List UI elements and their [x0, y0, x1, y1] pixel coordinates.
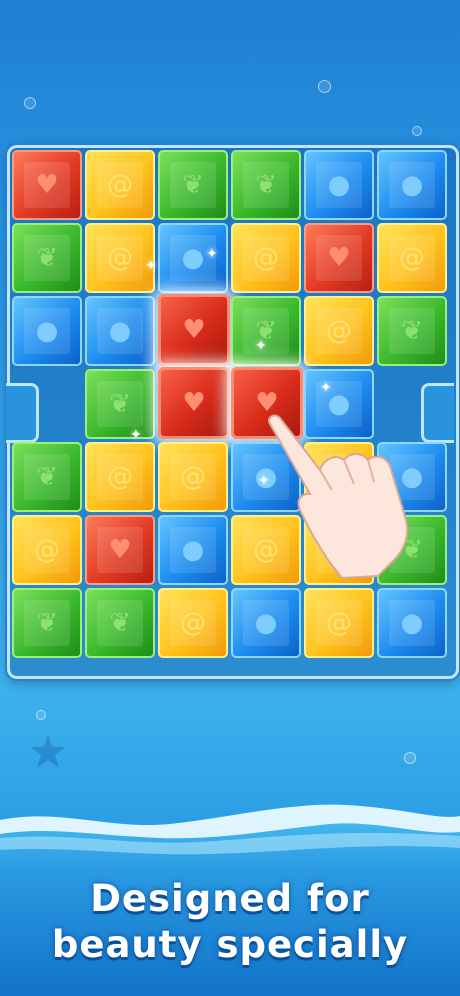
- leaf-icon: ❦: [255, 170, 277, 200]
- tile-yellow[interactable]: @: [85, 150, 155, 220]
- drop-icon: ●: [400, 608, 424, 638]
- tile-red[interactable]: ♥: [12, 150, 82, 220]
- tile-yellow[interactable]: @: [304, 588, 374, 658]
- swirl-icon: @: [326, 316, 352, 346]
- slogan-line-2: beauty specially: [51, 923, 409, 966]
- bubble: [412, 126, 422, 136]
- sparkle-icon: ✦: [320, 380, 332, 396]
- tile-green[interactable]: ❦: [12, 223, 82, 293]
- tile-green[interactable]: ❦: [12, 588, 82, 658]
- tile-green[interactable]: ❦: [85, 369, 155, 439]
- leaf-icon: ❦: [109, 608, 131, 638]
- tile-green[interactable]: ❦: [85, 588, 155, 658]
- swirl-icon: @: [107, 462, 133, 492]
- tile-blue[interactable]: ●: [377, 588, 447, 658]
- slogan-line-1: Designed for: [90, 877, 370, 920]
- tile-yellow[interactable]: @: [377, 223, 447, 293]
- tile-green[interactable]: ❦: [12, 442, 82, 512]
- drop-icon: ●: [400, 170, 424, 200]
- board-notch-right: [421, 383, 454, 443]
- swirl-icon: @: [399, 243, 425, 273]
- heart-icon: ♥: [182, 388, 206, 418]
- tile-blue[interactable]: ●: [158, 515, 228, 585]
- swirl-icon: @: [34, 535, 60, 565]
- tile-yellow[interactable]: @: [231, 223, 301, 293]
- sparkle-icon: ✦: [145, 258, 157, 274]
- bubble: [404, 752, 416, 764]
- drop-icon: ●: [181, 243, 205, 273]
- tile-yellow[interactable]: @: [304, 296, 374, 366]
- selected-tile[interactable]: ♥: [158, 294, 230, 366]
- swirl-icon: @: [107, 170, 133, 200]
- starfish-icon: [31, 735, 65, 768]
- swirl-icon: @: [180, 462, 206, 492]
- leaf-icon: ❦: [401, 316, 423, 346]
- tile-yellow[interactable]: @: [12, 515, 82, 585]
- tile-green[interactable]: ❦: [231, 150, 301, 220]
- drop-icon: ●: [108, 316, 132, 346]
- leaf-icon: ❦: [36, 608, 58, 638]
- tile-green[interactable]: ❦: [377, 296, 447, 366]
- leaf-icon: ❦: [36, 243, 58, 273]
- tile-yellow[interactable]: @: [158, 442, 228, 512]
- pointing-hand-icon: [268, 414, 409, 580]
- swirl-icon: @: [253, 243, 279, 273]
- swirl-icon: @: [180, 608, 206, 638]
- heart-icon: ♥: [35, 170, 59, 200]
- swirl-icon: @: [107, 243, 133, 273]
- sparkle-icon: ✦: [206, 246, 218, 262]
- sparkle-icon: ✦: [255, 338, 267, 354]
- tile-blue[interactable]: ●: [304, 150, 374, 220]
- tile-yellow[interactable]: @: [85, 442, 155, 512]
- leaf-icon: ❦: [182, 170, 204, 200]
- sparkle-icon: ✦: [130, 427, 142, 443]
- heart-icon: ♥: [327, 243, 351, 273]
- tile-red[interactable]: ♥: [304, 223, 374, 293]
- bubble: [318, 80, 331, 93]
- heart-icon: ♥: [182, 315, 206, 345]
- drop-icon: ●: [35, 316, 59, 346]
- heart-icon: ♥: [108, 535, 132, 565]
- tile-red[interactable]: ♥: [85, 515, 155, 585]
- board-notch-left: [6, 383, 39, 443]
- leaf-icon: ❦: [109, 389, 131, 419]
- leaf-icon: ❦: [36, 462, 58, 492]
- tile-yellow[interactable]: @: [158, 588, 228, 658]
- drop-icon: ●: [327, 170, 351, 200]
- drop-icon: ●: [181, 535, 205, 565]
- tile-green[interactable]: ❦: [158, 150, 228, 220]
- swirl-icon: @: [326, 608, 352, 638]
- tile-green[interactable]: ❦: [231, 296, 301, 366]
- tile-blue[interactable]: ●: [231, 588, 301, 658]
- tile-blue[interactable]: ●: [377, 150, 447, 220]
- bubble: [36, 710, 46, 720]
- tile-blue[interactable]: ●: [85, 296, 155, 366]
- bubble: [24, 97, 36, 109]
- selected-tile[interactable]: ♥: [158, 367, 230, 439]
- tile-blue[interactable]: ●: [12, 296, 82, 366]
- drop-icon: ●: [254, 608, 278, 638]
